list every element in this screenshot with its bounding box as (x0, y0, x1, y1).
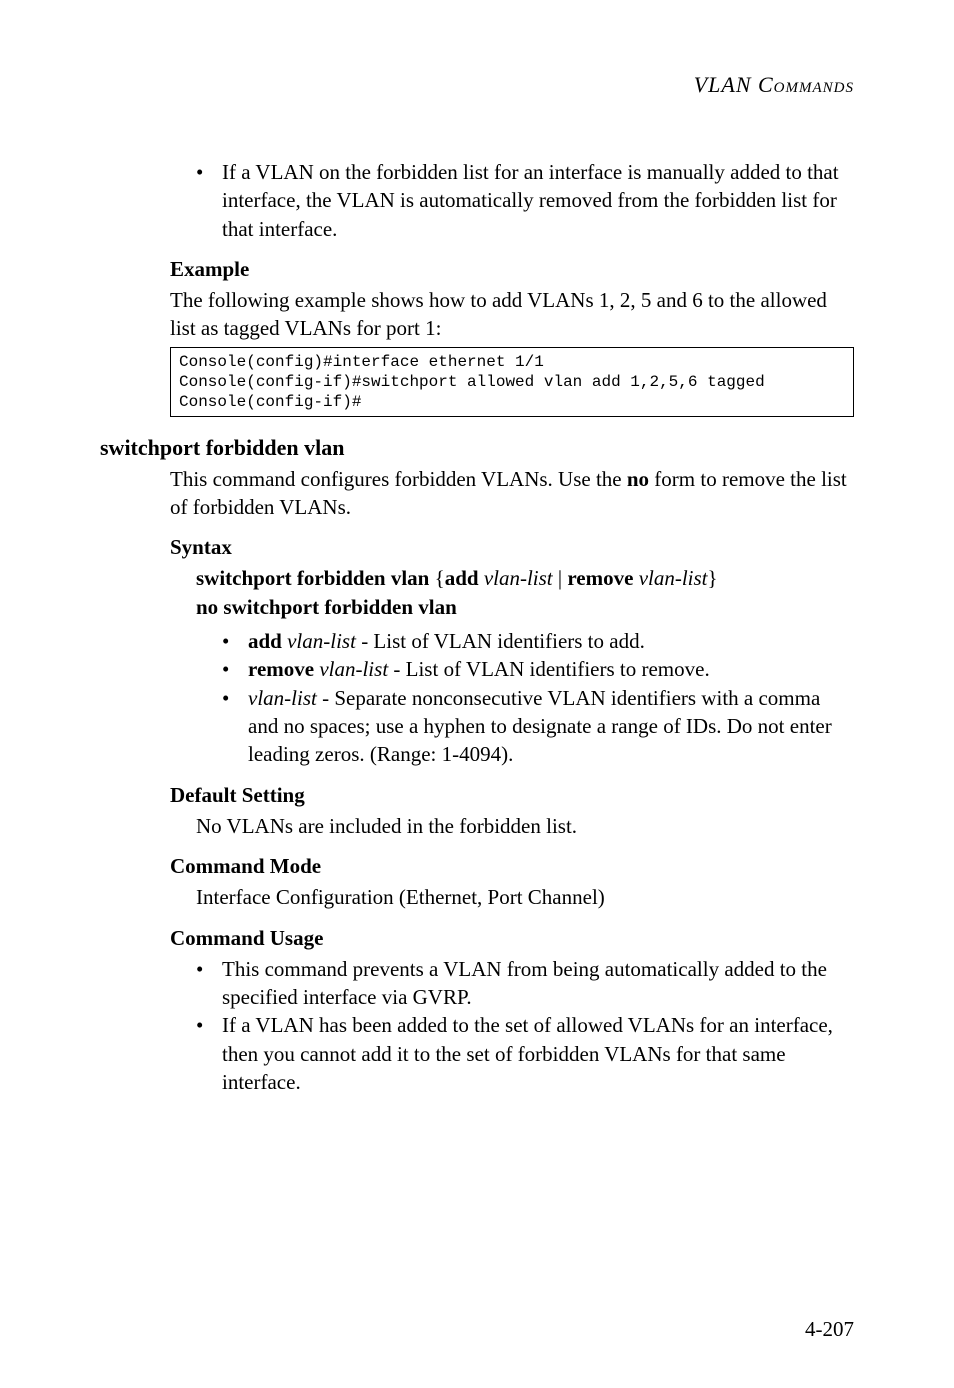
page-number: 4-207 (805, 1317, 854, 1342)
syntax-line-1: switchport forbidden vlan {add vlan-list… (196, 564, 854, 592)
default-text: No VLANs are included in the forbidden l… (196, 812, 854, 840)
code-line-1: Console(config)#interface ethernet 1/1 (179, 353, 544, 371)
usage-bullet-1: This command prevents a VLAN from being … (196, 955, 854, 1012)
mode-heading: Command Mode (170, 854, 854, 879)
code-block: Console(config)#interface ethernet 1/1 C… (170, 347, 854, 417)
syntax-bullet-1: add vlan-list - List of VLAN identifiers… (222, 627, 854, 655)
example-text: The following example shows how to add V… (170, 286, 854, 343)
usage-heading: Command Usage (170, 926, 854, 951)
page-header: VLAN Commands (100, 72, 854, 98)
syntax-bullet-3: vlan-list - Separate nonconsecutive VLAN… (222, 684, 854, 769)
intro-bullet: If a VLAN on the forbidden list for an i… (196, 158, 854, 243)
code-line-2: Console(config-if)#switchport allowed vl… (179, 373, 765, 391)
syntax-line-2: no switchport forbidden vlan (196, 593, 854, 621)
syntax-heading: Syntax (170, 535, 854, 560)
command-description: This command configures forbidden VLANs.… (170, 465, 854, 522)
code-line-3: Console(config-if)# (179, 393, 361, 411)
command-heading: switchport forbidden vlan (100, 435, 854, 461)
syntax-bullet-2: remove vlan-list - List of VLAN identifi… (222, 655, 854, 683)
usage-bullet-2: If a VLAN has been added to the set of a… (196, 1011, 854, 1096)
example-heading: Example (170, 257, 854, 282)
default-heading: Default Setting (170, 783, 854, 808)
mode-text: Interface Configuration (Ethernet, Port … (196, 883, 854, 911)
